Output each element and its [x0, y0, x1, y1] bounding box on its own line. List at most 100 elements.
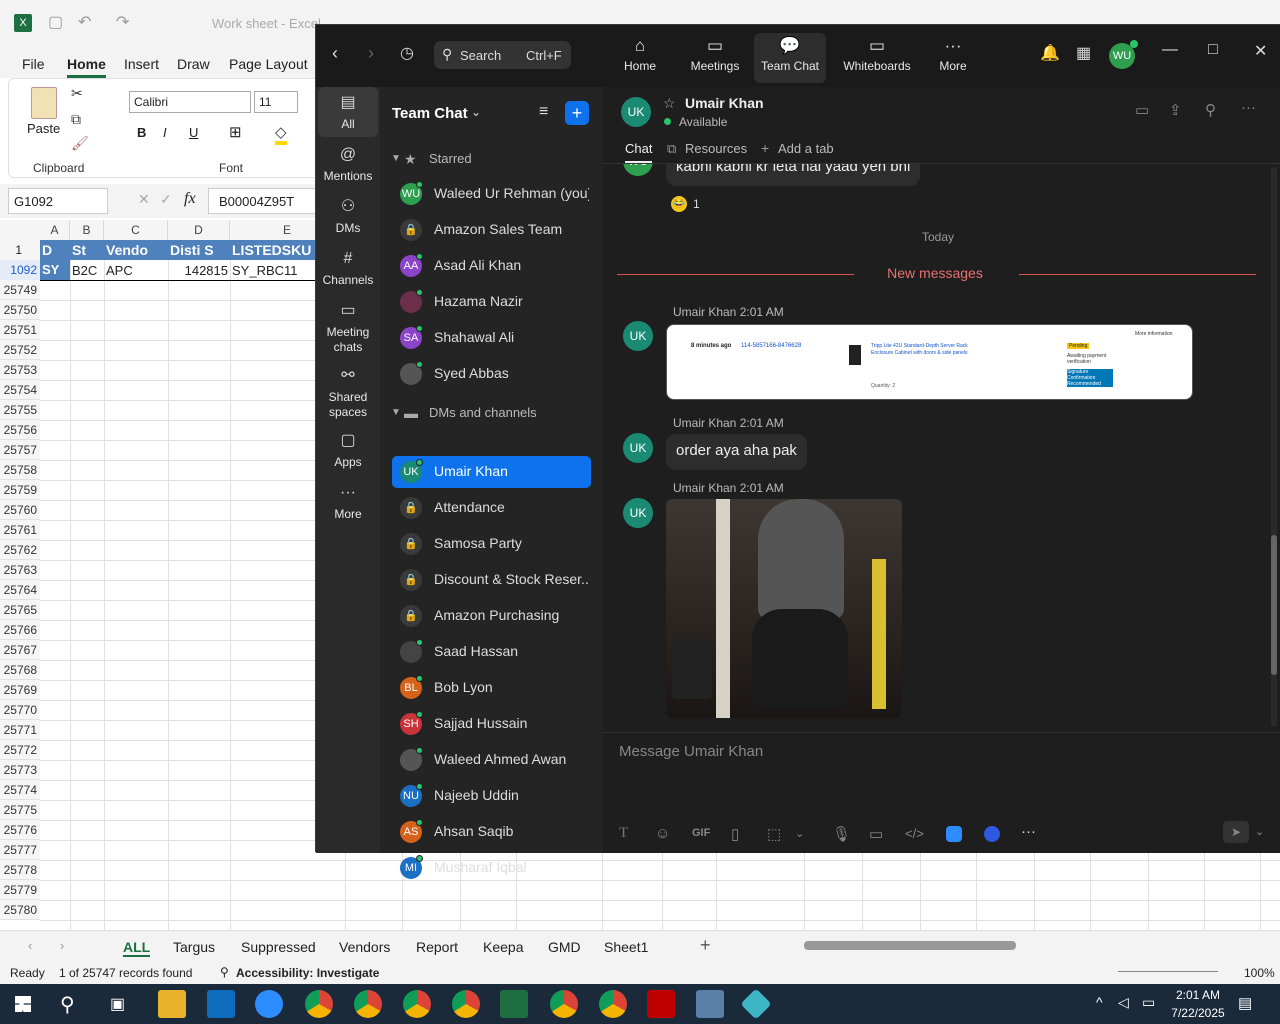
meeting-app-icon[interactable]: [984, 826, 1000, 842]
starred-section-label[interactable]: Starred: [429, 151, 472, 166]
row-header[interactable]: 25775: [0, 800, 40, 820]
row-header[interactable]: 25773: [0, 760, 40, 780]
sheet-tab-vendors[interactable]: Vendors: [339, 939, 390, 955]
font-size-select[interactable]: 11: [254, 91, 298, 113]
search-icon[interactable]: ⚲: [60, 992, 75, 1017]
rail-mentions[interactable]: @ Mentions: [318, 147, 378, 184]
format-text-icon[interactable]: T: [619, 825, 628, 842]
filezilla-icon[interactable]: [647, 990, 675, 1018]
chat-list-item[interactable]: NU Najeeb Uddin: [392, 780, 591, 812]
row-header[interactable]: 25764: [0, 580, 40, 600]
back-icon[interactable]: ‹: [332, 43, 338, 64]
col-a-header[interactable]: A: [40, 220, 70, 240]
row-header[interactable]: 25768: [0, 660, 40, 680]
code-snippet-icon[interactable]: </>: [905, 826, 924, 841]
header-st[interactable]: St: [72, 242, 86, 258]
chat-list-item[interactable]: 🔒 Samosa Party: [392, 528, 591, 560]
paste-icon[interactable]: [31, 87, 57, 119]
font-name-select[interactable]: Calibri: [129, 91, 251, 113]
zoom-app-icon[interactable]: [946, 826, 962, 842]
col-b-header[interactable]: B: [70, 220, 104, 240]
row-header[interactable]: 25757: [0, 440, 40, 460]
sheet-tab-sheet1[interactable]: Sheet1: [604, 939, 648, 955]
horizontal-scrollbar[interactable]: [804, 941, 1016, 950]
bold-icon[interactable]: B: [137, 125, 146, 140]
rail-apps[interactable]: ▢ Apps: [318, 433, 378, 470]
notification-bell-icon[interactable]: 🔔: [1040, 43, 1060, 63]
save-icon[interactable]: ▢: [48, 12, 63, 32]
cancel-icon[interactable]: ✕: [138, 191, 150, 208]
history-icon[interactable]: ◷: [400, 43, 414, 63]
tab-file[interactable]: File: [22, 56, 45, 72]
row-1092-header[interactable]: 1092: [0, 260, 40, 280]
row-header[interactable]: 25763: [0, 560, 40, 580]
border-icon[interactable]: ⊞: [229, 123, 242, 141]
composer-more-icon[interactable]: ···: [1021, 823, 1036, 840]
screenshot-dropdown-icon[interactable]: ⌄: [795, 827, 804, 840]
chrome-profile-2-icon[interactable]: [354, 990, 382, 1018]
header-d[interactable]: D: [42, 242, 52, 258]
forward-icon[interactable]: ›: [368, 43, 374, 64]
screenshot-icon[interactable]: ⬚: [767, 825, 781, 843]
network-icon[interactable]: ▭: [1142, 994, 1155, 1011]
function-icon[interactable]: fx: [184, 190, 196, 208]
chat-list-item[interactable]: 🔒 Amazon Purchasing: [392, 600, 591, 632]
nav-meetings[interactable]: ▭ Meetings: [675, 33, 755, 83]
chat-more-icon[interactable]: ···: [1241, 99, 1256, 116]
cut-icon[interactable]: ✂: [71, 85, 83, 102]
msg2-bubble[interactable]: order aya aha pak: [666, 434, 807, 470]
row-header[interactable]: 25770: [0, 700, 40, 720]
tray-chevron-icon[interactable]: ^: [1096, 994, 1103, 1010]
reaction[interactable]: 😂 1: [671, 196, 713, 216]
chrome-profile-5-icon[interactable]: [550, 990, 578, 1018]
row-header[interactable]: 25776: [0, 820, 40, 840]
contact-avatar[interactable]: UK: [621, 97, 651, 127]
chat-list-item[interactable]: Syed Abbas: [392, 358, 591, 390]
zoom-slider[interactable]: [1118, 971, 1218, 972]
add-sheet-icon[interactable]: +: [700, 935, 711, 956]
rail-channels[interactable]: # Channels: [318, 251, 378, 288]
chat-list-item[interactable]: Saad Hassan: [392, 636, 591, 668]
nav-home[interactable]: ⌂ Home: [600, 33, 680, 83]
gif-icon[interactable]: GIF: [692, 827, 710, 839]
team-chat-title[interactable]: Team Chat: [392, 105, 468, 122]
header-listedsku[interactable]: LISTEDSKU: [232, 242, 311, 258]
row-header[interactable]: 25779: [0, 880, 40, 900]
chat-list-item[interactable]: Hazama Nazir: [392, 286, 591, 318]
emoji-icon[interactable]: ☺: [655, 825, 670, 842]
rail-more[interactable]: ··· More: [318, 485, 378, 522]
minimize-icon[interactable]: —: [1162, 41, 1178, 59]
video-off-icon[interactable]: ▭: [1135, 101, 1149, 119]
paste-label[interactable]: Paste: [27, 121, 60, 136]
italic-icon[interactable]: I: [163, 125, 167, 140]
underline-icon[interactable]: U: [189, 125, 198, 140]
undo-icon[interactable]: ↶: [78, 12, 91, 32]
row-header[interactable]: 25749: [0, 280, 40, 300]
cell-b1092[interactable]: B2C: [72, 263, 97, 278]
send-icon[interactable]: ➤: [1223, 821, 1249, 843]
taskbar-date[interactable]: 7/22/2025: [1166, 1006, 1230, 1020]
row-header[interactable]: 25760: [0, 500, 40, 520]
row-header[interactable]: 25756: [0, 420, 40, 440]
starred-collapse-icon[interactable]: ▼: [391, 153, 401, 164]
fill-color-icon[interactable]: ◇: [275, 123, 287, 145]
chat-list-item[interactable]: SA Shahawal Ali: [392, 322, 591, 354]
chat-list-item[interactable]: BL Bob Lyon: [392, 672, 591, 704]
maximize-icon[interactable]: □: [1208, 41, 1218, 59]
file-icon[interactable]: ▯: [731, 825, 739, 843]
file-explorer-icon[interactable]: [158, 990, 186, 1018]
sheet-tab-targus[interactable]: Targus: [173, 939, 215, 955]
chat-list-item[interactable]: WU Waleed Ur Rehman (you): [392, 178, 591, 210]
dms-section-label[interactable]: DMs and channels: [429, 405, 537, 420]
outlook-icon[interactable]: [207, 990, 235, 1018]
tab-page-layout[interactable]: Page Layout: [229, 56, 308, 72]
task-view-icon[interactable]: ▣: [110, 994, 125, 1014]
close-icon[interactable]: ✕: [1254, 41, 1267, 61]
contact-name[interactable]: Umair Khan: [685, 95, 764, 111]
chat-list-item[interactable]: 🔒 Amazon Sales Team: [392, 214, 591, 246]
cell-a1092[interactable]: SY: [40, 260, 70, 280]
row-header[interactable]: 25765: [0, 600, 40, 620]
redo-icon[interactable]: ↷: [116, 12, 129, 32]
tab-add[interactable]: Add a tab: [778, 141, 834, 156]
next-sheet-icon[interactable]: ›: [60, 938, 64, 953]
